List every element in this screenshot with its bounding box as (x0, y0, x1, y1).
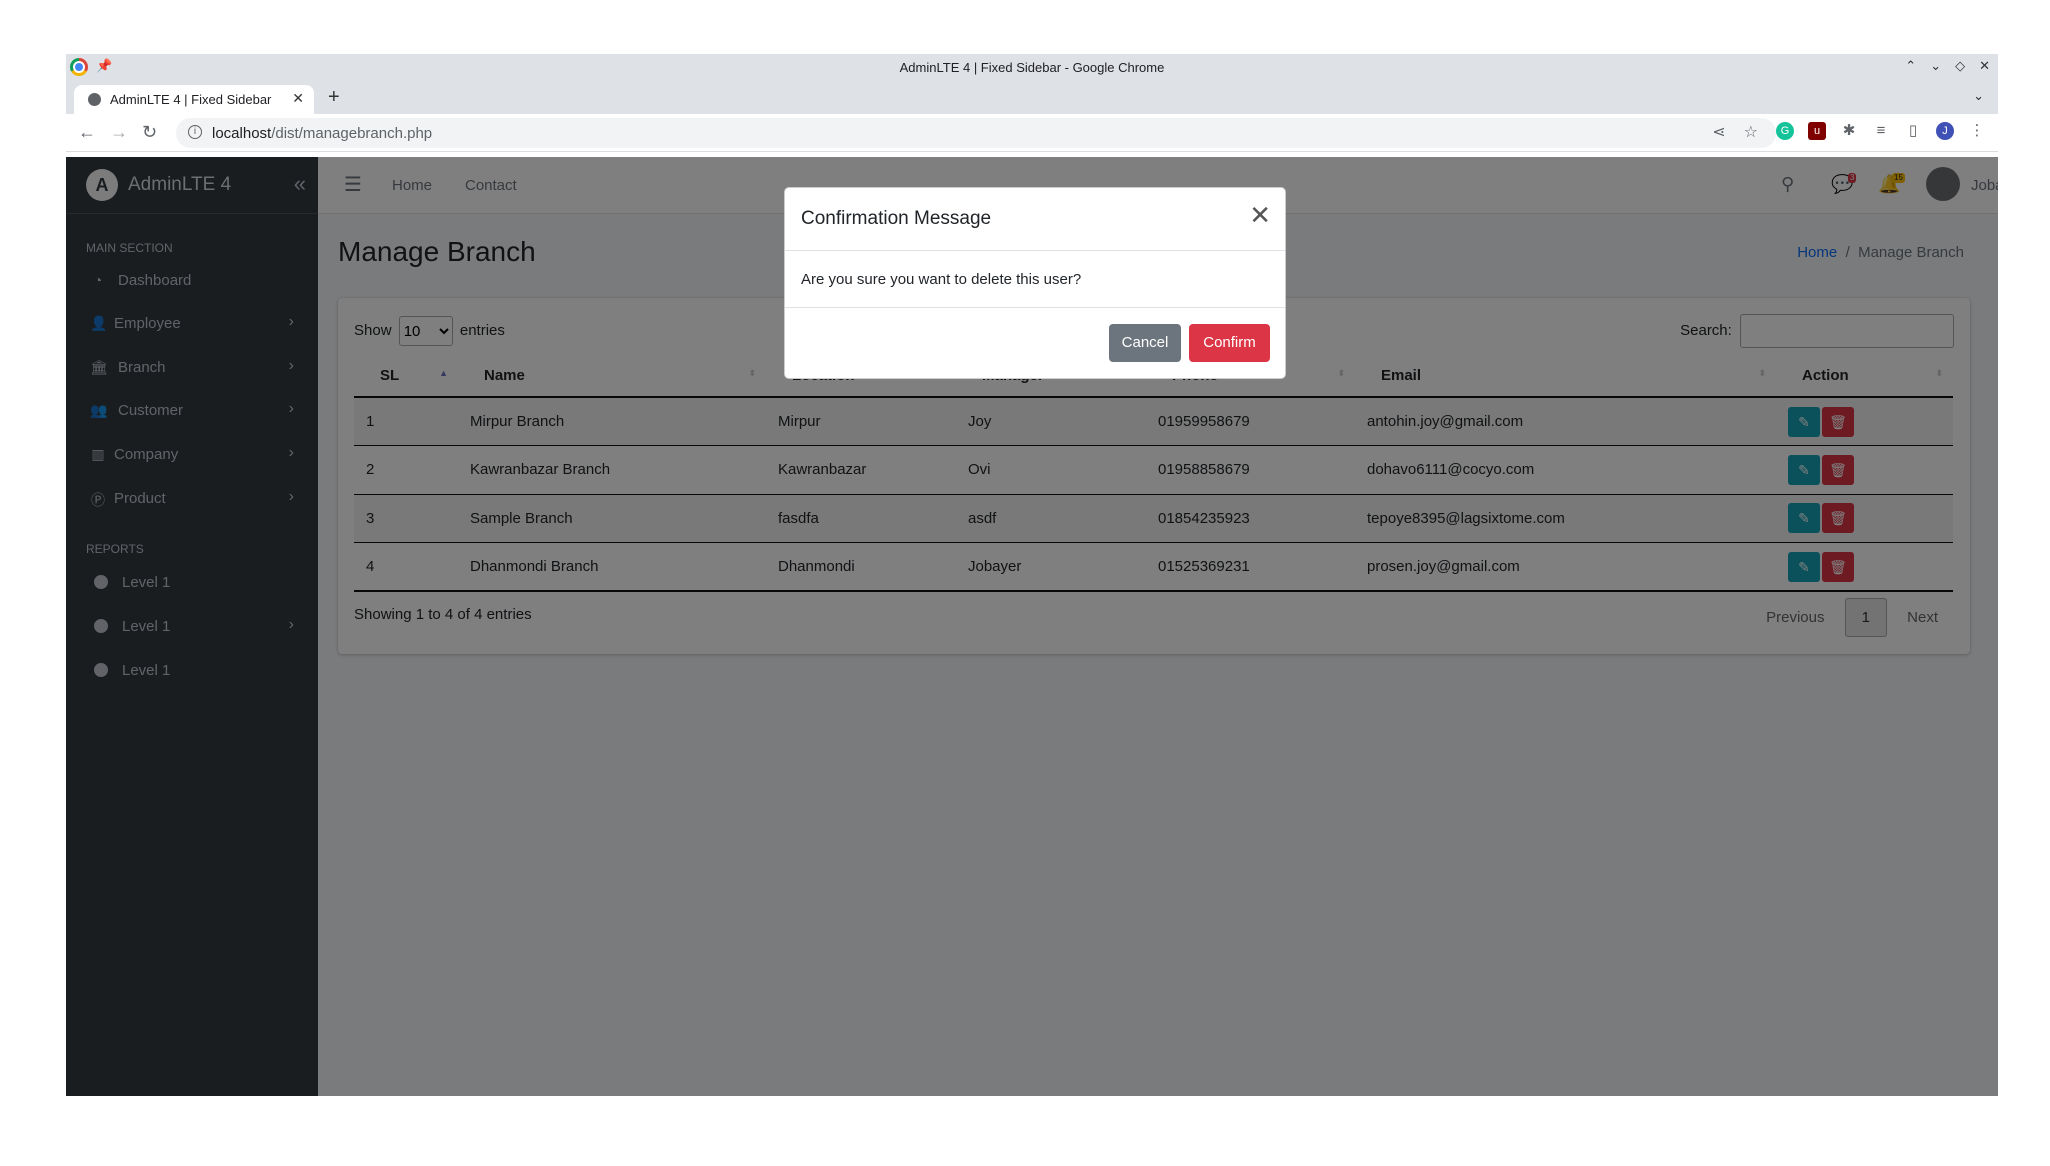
tab-close-icon[interactable]: ✕ (292, 90, 304, 107)
tab-search-icon[interactable]: ⌄ (1973, 88, 1984, 104)
modal-message: Are you sure you want to delete this use… (801, 271, 1082, 288)
browser-tab[interactable]: AdminLTE 4 | Fixed Sidebar ✕ (74, 85, 314, 114)
site-info-icon[interactable]: i (188, 125, 202, 139)
cancel-button[interactable]: Cancel (1109, 324, 1181, 362)
minimize-up-icon[interactable]: ⌃ (1905, 58, 1916, 74)
back-icon[interactable]: ← (78, 122, 96, 143)
browser-window: 📌 AdminLTE 4 | Fixed Sidebar - Google Ch… (66, 54, 1998, 1096)
tab-title: AdminLTE 4 | Fixed Sidebar (110, 92, 272, 107)
forward-icon[interactable]: → (110, 122, 128, 143)
extensions-area: G u ✱ ≡ ▯ J ⋮ (1776, 122, 1986, 140)
url-text[interactable]: localhost/dist/managebranch.php (212, 125, 432, 142)
modal-footer: Cancel Confirm (785, 308, 1285, 378)
bookmark-star-icon[interactable]: ☆ (1744, 122, 1758, 142)
window-title: AdminLTE 4 | Fixed Sidebar - Google Chro… (899, 60, 1165, 75)
kebab-menu-icon[interactable]: ⋮ (1968, 122, 1986, 140)
new-tab-button[interactable]: + (328, 86, 340, 109)
profile-avatar[interactable]: J (1936, 122, 1954, 140)
ublock-icon[interactable]: u (1808, 122, 1826, 140)
modal-header: Confirmation Message ✕ (785, 188, 1285, 251)
tab-strip: AdminLTE 4 | Fixed Sidebar ✕ + ⌄ (66, 82, 1998, 114)
reload-icon[interactable]: ↻ (142, 122, 157, 143)
modal-title: Confirmation Message (801, 208, 992, 229)
favicon-icon (88, 93, 101, 106)
chevron-down-icon[interactable]: ⌄ (1930, 58, 1941, 74)
restore-icon[interactable]: ◇ (1955, 58, 1965, 74)
puzzle-icon[interactable]: ✱ (1840, 122, 1858, 140)
confirmation-modal: Confirmation Message ✕ Are you sure you … (784, 187, 1286, 379)
media-queue-icon[interactable]: ≡ (1872, 122, 1890, 140)
side-panel-icon[interactable]: ▯ (1904, 122, 1922, 140)
share-icon[interactable]: ⋖ (1712, 122, 1725, 142)
modal-body: Are you sure you want to delete this use… (785, 251, 1285, 308)
title-bar: 📌 AdminLTE 4 | Fixed Sidebar - Google Ch… (66, 54, 1998, 82)
window-controls: ⌃ ⌄ ◇ ✕ (1905, 58, 1990, 74)
url-host: localhost (212, 125, 272, 142)
grammarly-icon[interactable]: G (1776, 122, 1794, 140)
omnibox-actions: ⋖ ☆ (1712, 122, 1758, 142)
address-bar[interactable]: i localhost/dist/managebranch.php (176, 118, 1776, 148)
browser-toolbar: ← → ↻ i localhost/dist/managebranch.php … (66, 114, 1998, 152)
confirm-button[interactable]: Confirm (1189, 324, 1270, 362)
close-window-icon[interactable]: ✕ (1979, 58, 1990, 74)
url-path: /dist/managebranch.php (271, 125, 433, 142)
close-icon[interactable]: ✕ (1249, 202, 1271, 228)
